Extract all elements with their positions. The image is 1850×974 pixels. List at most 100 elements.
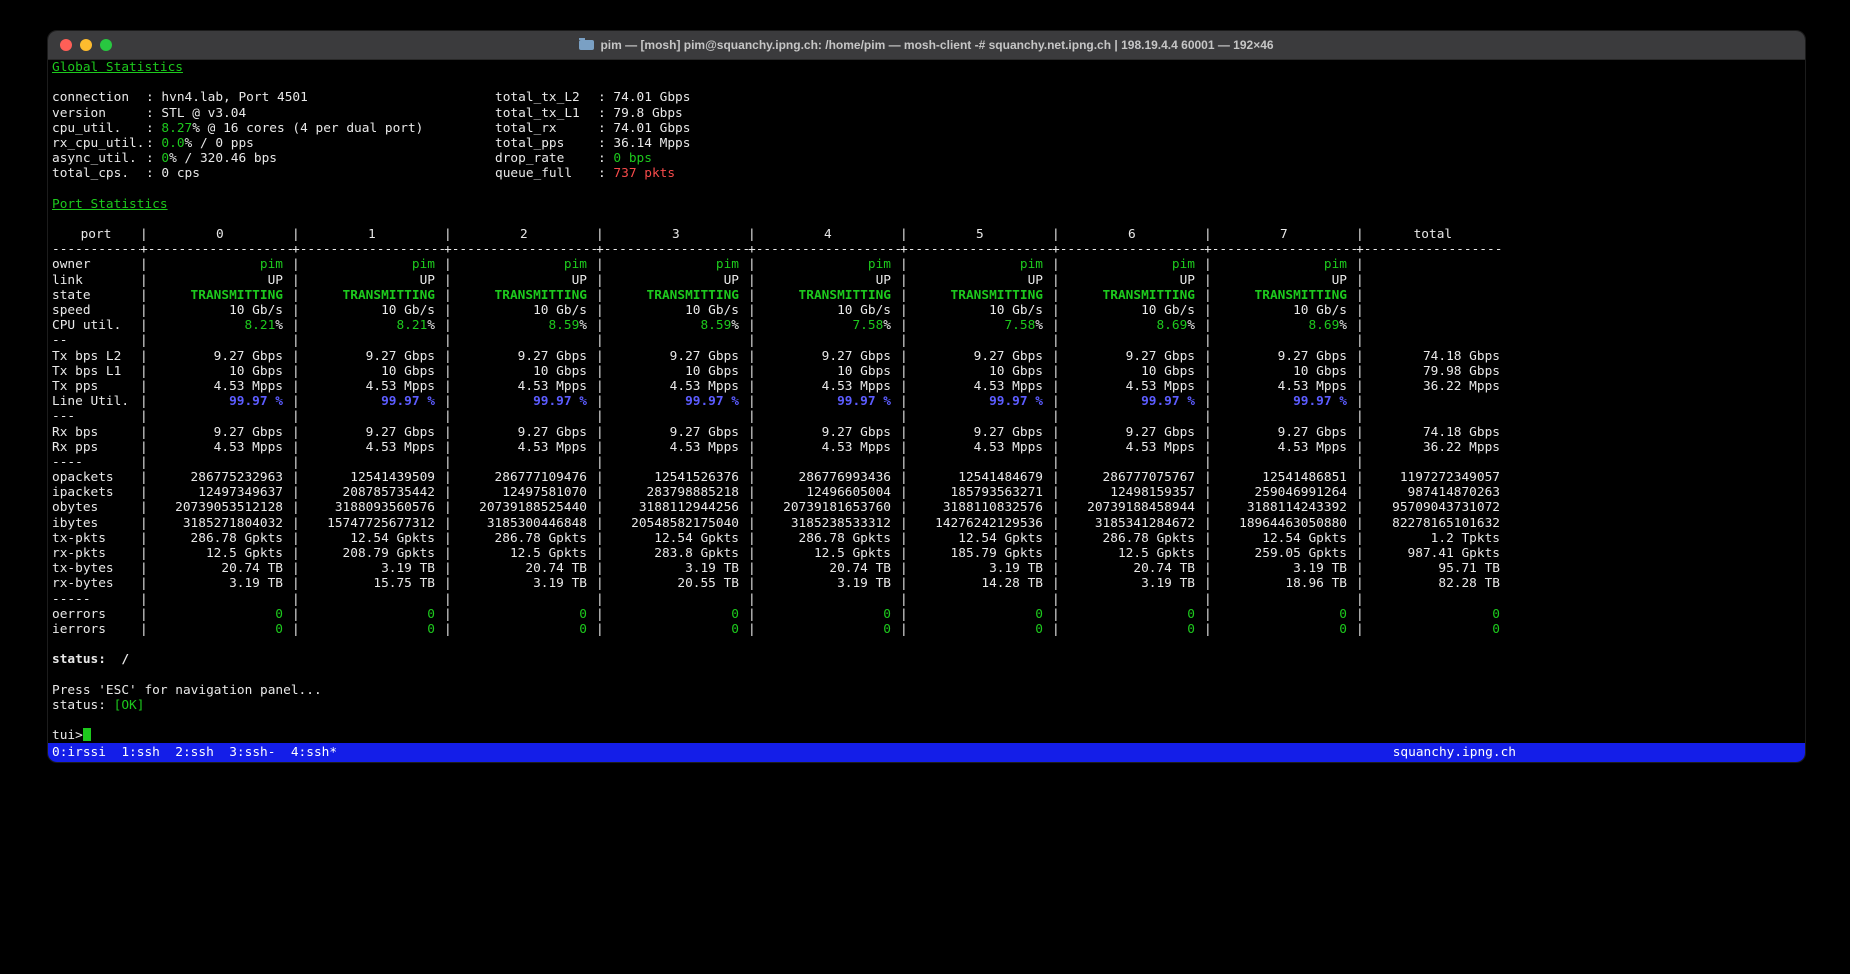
port-cell: |0	[1052, 607, 1204, 622]
port-cell: |TRANSMITTING	[292, 288, 444, 303]
port-cell: |10 Gbps	[1204, 364, 1356, 379]
port-cell: |12541526376	[596, 470, 748, 485]
table-row: CPU util.|8.21%|8.21%|8.59%|8.59%|7.58%|…	[52, 318, 1805, 333]
column-separator: |	[1356, 607, 1364, 622]
port-cell: |4.53 Mpps	[1052, 379, 1204, 394]
table-row: Line Util.|99.97 %|99.97 %|99.97 %|99.97…	[52, 394, 1805, 409]
column-separator: |	[900, 531, 908, 546]
port-cell: |UP	[748, 273, 900, 288]
empty-cell: |	[1204, 409, 1356, 424]
separator-cell: ----------------------------------------	[52, 242, 140, 257]
stat-value: % @ 16 cores (4 per dual port)	[192, 121, 423, 136]
port-cell: |pim	[444, 257, 596, 272]
zoom-button[interactable]	[100, 39, 112, 51]
stat-line: version: STL @ v3.04total_tx_L1: 79.8 Gb…	[52, 106, 1805, 121]
terminal-window: pim — [mosh] pim@squanchy.ipng.ch: /home…	[47, 30, 1806, 763]
table-header-row: port|0|1|2|3|4|5|6|7|total	[52, 227, 1805, 242]
empty-cell: |	[1204, 455, 1356, 470]
port-column-header: |6	[1052, 227, 1204, 242]
column-separator: |	[1356, 318, 1364, 333]
port-cell: |286776993436	[748, 470, 900, 485]
port-cell: |8.59%	[596, 318, 748, 333]
column-separator: |	[292, 303, 300, 318]
column-separator: |	[444, 485, 452, 500]
empty-cell: |	[140, 455, 292, 470]
column-separator: |	[1052, 622, 1060, 637]
row-divider: -----	[52, 592, 140, 607]
column-separator: |	[1052, 257, 1060, 272]
port-cell: |3188110832576	[900, 500, 1052, 515]
column-separator: |	[748, 379, 756, 394]
column-separator: |	[900, 455, 908, 470]
row-label: opackets	[52, 470, 140, 485]
column-separator: |	[596, 576, 604, 591]
port-cell: |7.58%	[900, 318, 1052, 333]
column-separator: |	[1356, 440, 1364, 455]
port-cell: |3185341284672	[1052, 516, 1204, 531]
column-separator: |	[444, 607, 452, 622]
port-cell: |9.27 Gbps	[292, 349, 444, 364]
table-separator-row: ----------------------------------------…	[52, 242, 1805, 257]
blank-line	[52, 668, 1805, 683]
port-cell: |0	[596, 622, 748, 637]
port-cell: |20.74 TB	[140, 561, 292, 576]
column-separator: |	[596, 425, 604, 440]
column-separator: |	[1052, 485, 1060, 500]
total-cell: |0	[1356, 607, 1502, 622]
prompt-line[interactable]: tui>	[52, 728, 1805, 743]
port-cell: |185793563271	[900, 485, 1052, 500]
port-cell: |pim	[1052, 257, 1204, 272]
port-cell: |UP	[1052, 273, 1204, 288]
empty-cell: |	[900, 592, 1052, 607]
column-separator: |	[292, 455, 300, 470]
port-cell: |99.97 %	[140, 394, 292, 409]
column-separator: |	[1052, 288, 1060, 303]
port-column-header: |2	[444, 227, 596, 242]
minimize-button[interactable]	[80, 39, 92, 51]
column-separator: |	[444, 622, 452, 637]
column-separator: |	[748, 485, 756, 500]
terminal-content[interactable]: Global Statistics connection: hvn4.lab, …	[48, 60, 1805, 744]
column-separator: |	[292, 546, 300, 561]
column-separator: |	[1204, 546, 1212, 561]
port-cell: |0	[596, 607, 748, 622]
port-cell: |10 Gbps	[1052, 364, 1204, 379]
port-cell: |9.27 Gbps	[1204, 425, 1356, 440]
port-cell: |18.96 TB	[1204, 576, 1356, 591]
row-label: ibytes	[52, 516, 140, 531]
row-label: tx-bytes	[52, 561, 140, 576]
column-separator: |	[140, 485, 148, 500]
stat-value: 737 pkts	[613, 166, 675, 181]
column-separator: |	[1052, 592, 1060, 607]
column-separator: |	[596, 622, 604, 637]
port-cell: |3.19 TB	[444, 576, 596, 591]
column-separator: |	[748, 470, 756, 485]
column-separator: |	[292, 333, 300, 348]
port-cell: |9.27 Gbps	[444, 425, 596, 440]
empty-cell: |	[292, 455, 444, 470]
column-separator: |	[1204, 257, 1212, 272]
column-separator: |	[1204, 500, 1212, 515]
port-cell: |3188112944256	[596, 500, 748, 515]
close-button[interactable]	[60, 39, 72, 51]
column-separator: |	[596, 500, 604, 515]
column-separator: |	[444, 516, 452, 531]
stat-label: total_pps	[495, 136, 598, 151]
column-separator: |	[140, 349, 148, 364]
port-cell: |20739053512128	[140, 500, 292, 515]
column-separator: |	[1356, 333, 1364, 348]
empty-cell: |	[1356, 333, 1502, 348]
port-cell: |9.27 Gbps	[596, 349, 748, 364]
titlebar[interactable]: pim — [mosh] pim@squanchy.ipng.ch: /home…	[48, 31, 1805, 60]
column-separator: |	[596, 257, 604, 272]
port-cell: |9.27 Gbps	[748, 349, 900, 364]
column-separator: |	[1356, 576, 1364, 591]
separator-cell: +---------------------------------------…	[900, 242, 1052, 257]
column-separator: |	[1356, 425, 1364, 440]
port-cell: |286.78 Gpkts	[748, 531, 900, 546]
port-cell: |TRANSMITTING	[1052, 288, 1204, 303]
separator-cell: +---------------------------------------…	[1204, 242, 1356, 257]
table-row: ierrors|0|0|0|0|0|0|0|0|0	[52, 622, 1805, 637]
blank-line	[52, 212, 1805, 227]
column-separator: |	[140, 470, 148, 485]
